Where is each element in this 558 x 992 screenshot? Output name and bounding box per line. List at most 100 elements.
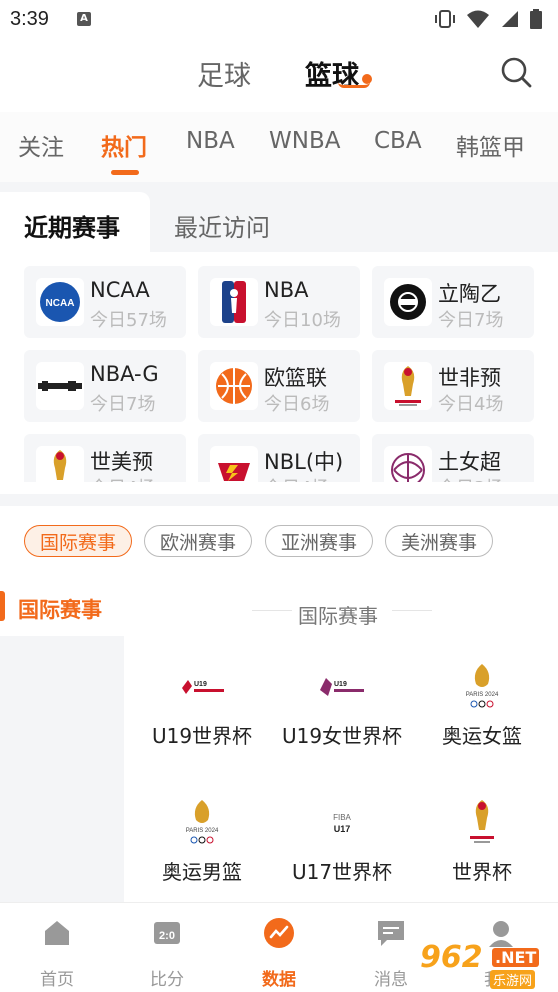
league-grid: NCAA NCAA 今日57场 NBA 今日10场 立陶乙 今日7场 NBA-G…: [0, 252, 558, 482]
home-icon: [45, 921, 69, 945]
nav-home[interactable]: 首页: [2, 917, 112, 990]
competition-name: 世界杯: [452, 860, 512, 884]
league-card[interactable]: NBA-G 今日7场: [24, 350, 186, 422]
watermark-number: 962: [420, 940, 483, 975]
chip-international[interactable]: 国际赛事: [24, 525, 132, 557]
paris-2024-olympics-logo-icon: PARIS 2024: [186, 800, 219, 844]
competition-name: U17世界杯: [291, 860, 393, 884]
nbl-china-logo-icon: [210, 446, 258, 482]
competition-item[interactable]: U19 U19女世界杯: [272, 662, 412, 762]
league-card[interactable]: NBL(中) 今日4场: [198, 434, 360, 482]
league-count: 今日4场: [90, 474, 155, 482]
svg-text:NCAA: NCAA: [46, 298, 75, 309]
status-time: 3:39: [10, 7, 49, 30]
league-count: 今日10场: [264, 310, 341, 331]
tab-cba[interactable]: CBA: [374, 128, 422, 154]
vibrate-icon: [435, 10, 455, 28]
league-card[interactable]: 土女超 今日3场: [372, 434, 534, 482]
title-divider-right: [392, 610, 432, 611]
grid-title: 国际赛事: [298, 604, 378, 628]
status-icons: [434, 9, 542, 29]
tab-follow[interactable]: 关注: [18, 128, 64, 162]
league-name: 世美预: [90, 450, 153, 474]
league-card[interactable]: 世美预 今日4场: [24, 434, 186, 482]
svg-text:U19: U19: [194, 681, 207, 688]
paris-2024-olympics-logo-icon: PARIS 2024: [466, 664, 499, 708]
section-tabs: 近期赛事 最近访问: [0, 182, 558, 252]
tab-hot[interactable]: 热门: [101, 128, 147, 162]
watermark-sub: 乐游网: [490, 970, 536, 989]
tab-wnba[interactable]: WNBA: [269, 128, 340, 154]
competition-name: 奥运男篮: [162, 860, 242, 884]
chip-asia[interactable]: 亚洲赛事: [265, 525, 373, 557]
search-icon[interactable]: [498, 54, 534, 90]
nav-label: 数据: [262, 970, 296, 990]
league-card[interactable]: NCAA NCAA 今日57场: [24, 266, 186, 338]
league-card[interactable]: 立陶乙 今日7场: [372, 266, 534, 338]
u17-world-cup-logo-icon: FIBA U17: [333, 813, 351, 834]
tab-nba[interactable]: NBA: [186, 128, 235, 154]
sidebar-item-international[interactable]: 国际赛事: [18, 594, 102, 624]
competition-item[interactable]: U19 U19世界杯: [132, 662, 272, 762]
league-count: 今日7场: [438, 310, 504, 331]
league-count: 今日57场: [90, 310, 167, 331]
data-icon: [264, 918, 294, 948]
competition-name: 奥运女篮: [442, 724, 522, 748]
status-bar: 3:39 A: [0, 0, 558, 38]
league-name: 世非预: [438, 366, 501, 390]
nav-score[interactable]: 2:0 比分: [112, 917, 222, 990]
ncaa-logo-icon: NCAA: [36, 278, 84, 326]
league-name: NCAA: [90, 278, 150, 302]
competition-item[interactable]: 世界杯: [412, 798, 552, 898]
section-divider: [0, 494, 558, 506]
chip-americas[interactable]: 美洲赛事: [385, 525, 493, 557]
fiba-qualifier-logo-icon: [384, 362, 432, 410]
league-card[interactable]: 欧篮联 今日6场: [198, 350, 360, 422]
competition-item[interactable]: PARIS 2024 奥运男篮: [132, 798, 272, 898]
league-name: NBA: [264, 278, 309, 302]
league-card[interactable]: NBA 今日10场: [198, 266, 360, 338]
u19-world-cup-logo-icon: U19: [182, 680, 224, 694]
league-count: 今日4场: [438, 394, 504, 415]
league-card[interactable]: 世非预 今日4场: [372, 350, 534, 422]
wifi-icon: [467, 10, 489, 28]
competition-item[interactable]: PARIS 2024 奥运女篮: [412, 662, 552, 762]
watermark-net: .NET: [492, 948, 540, 967]
league-count: 今日6场: [264, 394, 330, 415]
tab-football[interactable]: 足球: [197, 54, 251, 93]
sport-switch: 足球 篮球: [0, 42, 558, 106]
nkl-logo-icon: [384, 278, 432, 326]
nav-data[interactable]: 数据: [224, 917, 334, 990]
fiba-world-cup-logo-icon: [470, 800, 494, 843]
svg-text:U19: U19: [334, 681, 347, 688]
league-name: NBL(中): [264, 450, 344, 474]
signal-icon: [502, 11, 518, 27]
tab-kbl[interactable]: 韩篮甲: [456, 128, 525, 162]
euroleague-logo-icon: [210, 362, 258, 410]
sidebar-active-marker: [0, 591, 5, 621]
league-count: 今日3场: [438, 474, 503, 482]
message-icon: [378, 921, 404, 946]
league-count: 今日4场: [264, 474, 329, 482]
competition-name: U19女世界杯: [281, 724, 403, 748]
section-tab-visited[interactable]: 最近访问: [174, 208, 270, 243]
competition-name: U19世界杯: [151, 724, 253, 748]
turkish-women-league-logo-icon: [384, 446, 432, 482]
svg-text:2:0: 2:0: [159, 930, 175, 942]
u19-women-world-cup-logo-icon: U19: [320, 678, 364, 696]
battery-icon: [530, 9, 542, 29]
svg-text:PARIS 2024: PARIS 2024: [466, 692, 499, 698]
league-count: 今日7场: [90, 394, 156, 415]
svg-text:PARIS 2024: PARIS 2024: [186, 828, 219, 834]
league-name: 土女超: [438, 450, 501, 474]
svg-text:FIBA: FIBA: [333, 813, 351, 822]
competition-item[interactable]: FIBA U17 U17世界杯: [272, 798, 412, 898]
league-name: NBA-G: [90, 362, 159, 386]
nav-label: 比分: [150, 970, 184, 990]
site-watermark: 962 .NET 乐游网: [420, 940, 554, 989]
g-league-logo-icon: [36, 362, 84, 410]
section-tab-recent[interactable]: 近期赛事: [24, 208, 120, 243]
active-sport-dot: [362, 74, 372, 84]
fiba-americas-logo-icon: [36, 446, 84, 482]
chip-europe[interactable]: 欧洲赛事: [144, 525, 252, 557]
